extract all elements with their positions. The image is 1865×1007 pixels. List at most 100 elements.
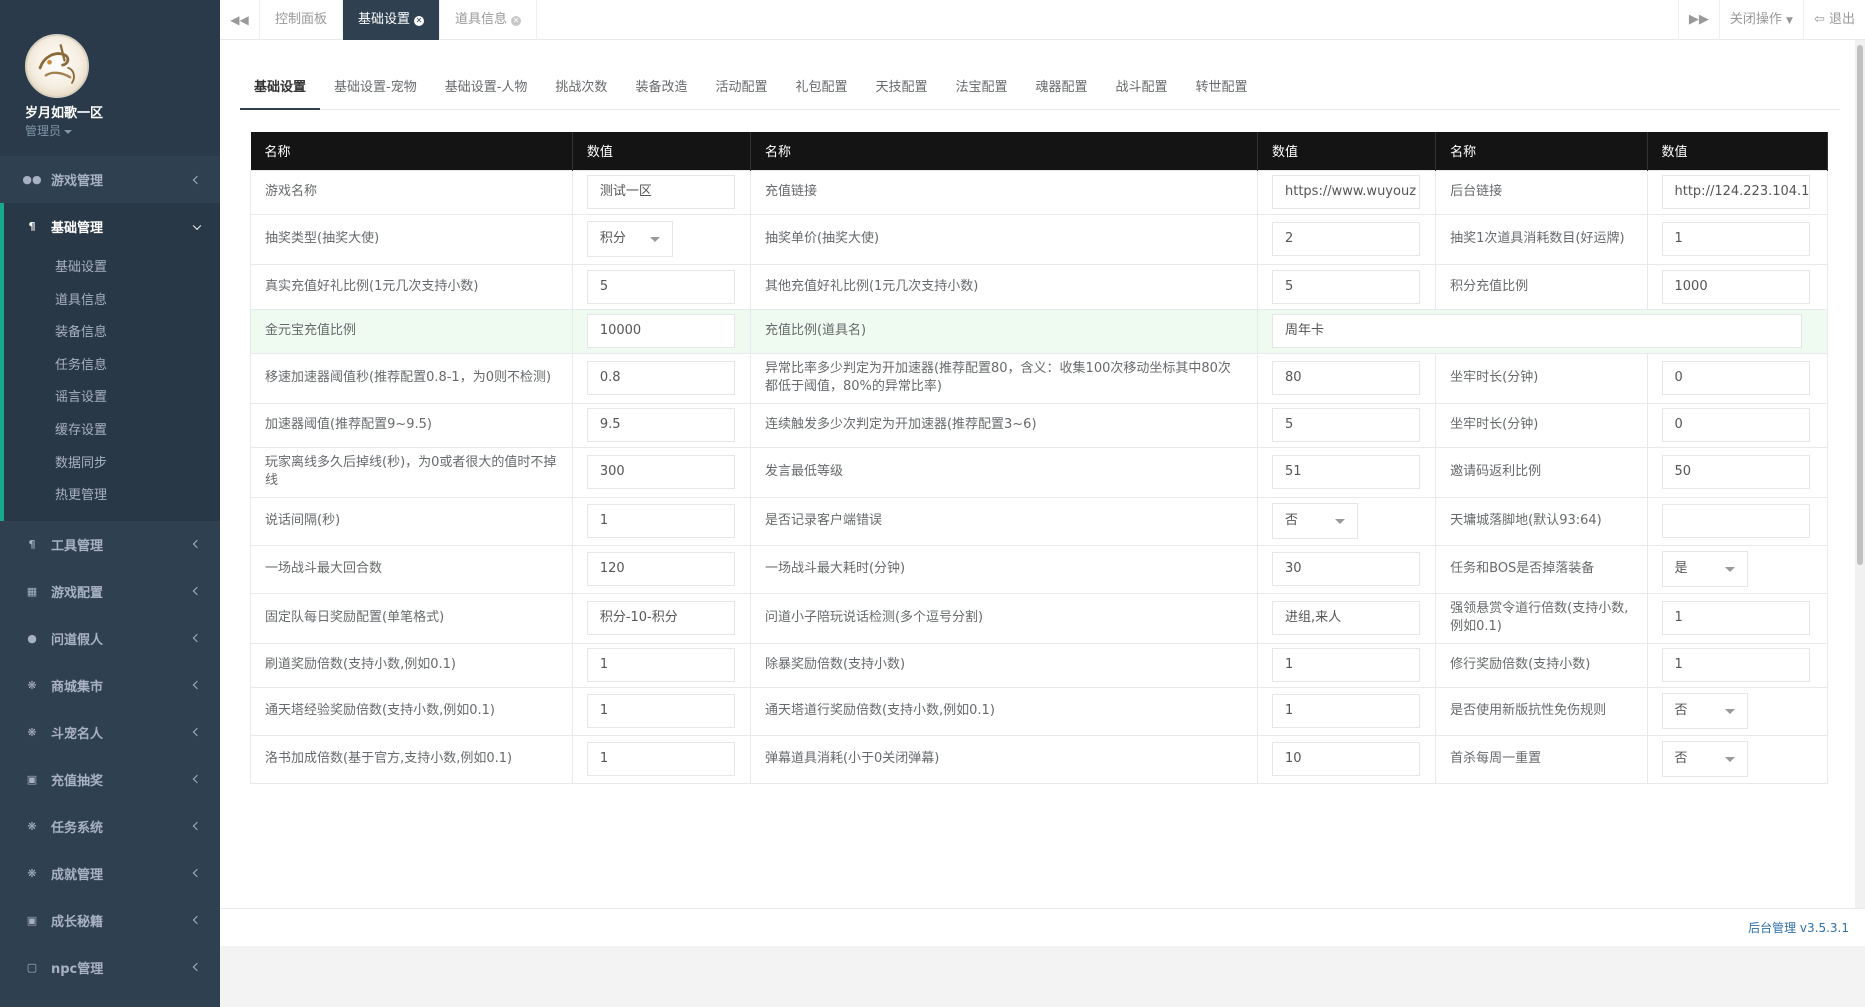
page-tab-label: 控制面板 (275, 12, 328, 27)
setting-input[interactable]: http://124.223.104.1 (1661, 175, 1810, 209)
setting-input[interactable]: 测试一区 (586, 175, 735, 209)
gear-icon: ❋ (27, 678, 37, 692)
avatar[interactable] (25, 34, 89, 98)
setting-input[interactable]: 10 (1272, 742, 1420, 776)
setting-select[interactable]: 否 (1661, 693, 1748, 729)
setting-input[interactable]: 1000 (1661, 269, 1810, 304)
sidebar-item-3[interactable]: ▦ 游戏配置 (0, 568, 220, 615)
setting-label: 除暴奖励倍数(支持小数) (749, 642, 1259, 688)
setting-select[interactable]: 积分 (586, 221, 673, 257)
scrollbar-thumb[interactable] (1857, 45, 1863, 565)
sidebar-item-5[interactable]: ❋ 商城集市 (0, 662, 220, 709)
setting-input[interactable]: 1 (586, 504, 735, 538)
page-tab[interactable]: 控制面板 (260, 0, 344, 40)
column-header: 数值 (572, 132, 751, 170)
setting-input[interactable]: 1 (586, 694, 735, 728)
setting-label: 洛书加成倍数(基于官方,支持小数,例如0.1) (250, 734, 573, 784)
settings-tab[interactable]: 装备改造 (621, 74, 701, 110)
setting-input[interactable]: 0 (1661, 408, 1810, 442)
sidebar-item-1[interactable]: ¶ 基础管理 (0, 203, 220, 250)
settings-tab[interactable]: 基础设置 (240, 74, 321, 110)
setting-input[interactable]: 10000 (586, 314, 735, 348)
close-ops-dropdown[interactable]: 关闭操作 ▼ (1718, 0, 1803, 40)
page-tab[interactable]: 道具信息 ✕ (440, 0, 538, 40)
setting-input[interactable]: 1 (1661, 222, 1810, 256)
chevron-icon (192, 681, 202, 690)
page-tab[interactable]: 基础设置 ✕ (343, 0, 441, 40)
setting-input[interactable]: 120 (586, 552, 735, 586)
profile-role-dropdown[interactable]: 管理员 (25, 122, 73, 139)
submenu-item[interactable]: 任务信息 (4, 350, 220, 383)
table-row: 真实充值好礼比例(1元几次支持小数) 5 其他充值好礼比例(1元几次支持小数) 5 积分… (250, 263, 1828, 310)
settings-tab[interactable]: 挑战次数 (541, 74, 621, 110)
close-icon[interactable]: ✕ (511, 16, 522, 26)
setting-input[interactable]: 30 (1272, 552, 1420, 586)
chevron-icon (192, 540, 202, 549)
sidebar-item-6[interactable]: ❋ 斗宠名人 (0, 709, 220, 756)
scroll-tabs-left-button[interactable]: ◀◀ (220, 0, 260, 40)
setting-input[interactable]: 1 (1272, 648, 1420, 682)
sidebar-item-label: 成就管理 (51, 867, 104, 883)
sidebar-item-label: 游戏管理 (51, 174, 104, 189)
setting-input[interactable]: 2 (1272, 222, 1420, 256)
setting-input[interactable]: 积分-10-积分 (586, 601, 735, 635)
setting-select[interactable]: 是 (1661, 551, 1748, 587)
setting-input[interactable]: 300 (586, 455, 735, 489)
setting-input[interactable]: 1 (1272, 694, 1420, 728)
setting-input[interactable]: 0.8 (586, 361, 735, 395)
setting-input[interactable]: 1 (586, 648, 735, 682)
close-icon[interactable]: ✕ (414, 16, 425, 26)
vertical-scrollbar[interactable] (1855, 40, 1865, 908)
sidebar-item-4[interactable]: ● 问道假人 (0, 615, 220, 662)
setting-input[interactable]: 51 (1272, 455, 1420, 489)
settings-tab[interactable]: 法宝配置 (942, 74, 1022, 110)
settings-tab[interactable]: 天技配置 (861, 74, 941, 110)
sidebar-item-2[interactable]: ¶ 工具管理 (0, 521, 220, 568)
logout-button[interactable]: ⇦ 退出 (1802, 0, 1865, 40)
sidebar-item-10[interactable]: ▣ 成长秘籍 (0, 897, 220, 944)
setting-input[interactable]: 5 (1272, 408, 1420, 442)
logout-label: 退出 (1828, 12, 1855, 27)
settings-tab[interactable]: 基础设置-宠物 (320, 74, 431, 110)
gear-icon: ❋ (27, 819, 37, 833)
setting-input[interactable]: 进组,来人 (1272, 601, 1420, 635)
setting-value-cell: 5 (1256, 263, 1437, 310)
submenu-item[interactable]: 基础设置 (4, 252, 220, 285)
setting-input[interactable]: https://www.wuyouz (1272, 175, 1420, 209)
setting-input[interactable]: 80 (1272, 361, 1420, 395)
setting-select[interactable]: 否 (1272, 503, 1358, 539)
setting-input[interactable]: 周年卡 (1272, 314, 1802, 348)
sidebar-item-8[interactable]: ❋ 任务系统 (0, 803, 220, 850)
submenu-item[interactable]: 道具信息 (4, 285, 220, 318)
setting-input[interactable]: 0 (1661, 361, 1810, 395)
sidebar-item-11[interactable]: ▢ npc管理 (0, 944, 220, 991)
scroll-tabs-right-button[interactable]: ▶▶ (1677, 0, 1719, 40)
setting-value-cell: 1 (1646, 592, 1828, 644)
setting-input[interactable]: 5 (1272, 269, 1420, 304)
settings-tab[interactable]: 活动配置 (701, 74, 781, 110)
sidebar-item-0[interactable]: ●● 游戏管理 (0, 156, 220, 203)
submenu-item[interactable]: 数据同步 (4, 448, 220, 481)
settings-tab[interactable]: 基础设置-人物 (431, 74, 542, 110)
settings-tab[interactable]: 礼包配置 (781, 74, 861, 110)
setting-input[interactable]: 50 (1661, 455, 1810, 489)
setting-input[interactable] (1661, 504, 1810, 538)
setting-input[interactable]: 1 (1661, 648, 1810, 682)
setting-select[interactable]: 否 (1661, 741, 1748, 777)
setting-label: 其他充值好礼比例(1元几次支持小数) (749, 263, 1259, 310)
setting-input[interactable]: 1 (586, 742, 735, 776)
setting-input[interactable]: 1 (1661, 601, 1810, 635)
submenu-item[interactable]: 装备信息 (4, 317, 220, 350)
settings-tab[interactable]: 转世配置 (1182, 74, 1262, 110)
setting-input[interactable]: 9.5 (586, 408, 735, 442)
settings-tab[interactable]: 战斗配置 (1102, 74, 1182, 110)
settings-tab[interactable]: 魂器配置 (1022, 74, 1102, 110)
sidebar-item-7[interactable]: ▣ 充值抽奖 (0, 756, 220, 803)
submenu-item[interactable]: 缓存设置 (4, 415, 220, 448)
sidebar-nav: ●● 游戏管理 ¶ 基础管理 基础设置 道具信息 装备信息 任务信息 谣言设置 缓存设置 数据同步热… (0, 156, 220, 991)
setting-label: 通天塔道行奖励倍数(支持小数,例如0.1) (749, 686, 1259, 736)
submenu-item[interactable]: 谣言设置 (4, 382, 220, 415)
submenu-item[interactable]: 热更管理 (4, 480, 220, 513)
sidebar-item-9[interactable]: ❋ 成就管理 (0, 850, 220, 897)
setting-input[interactable]: 5 (586, 269, 735, 304)
